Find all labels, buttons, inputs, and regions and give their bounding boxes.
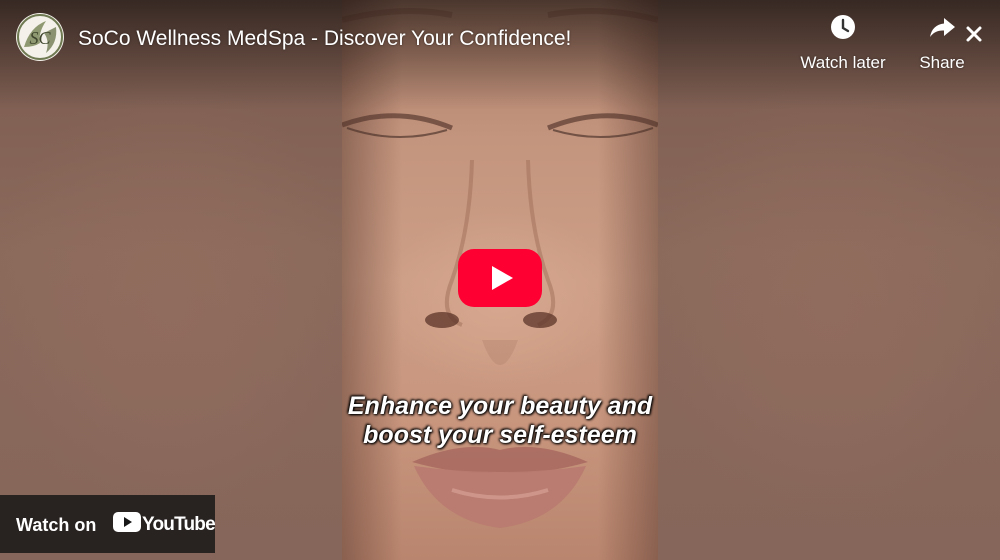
play-button[interactable] xyxy=(458,249,542,307)
channel-logo[interactable]: SC xyxy=(16,13,64,61)
channel-logo-text: SC xyxy=(29,28,51,48)
video-player[interactable]: SC SoCo Wellness MedSpa - Discover Your … xyxy=(0,0,1000,560)
close-icon xyxy=(966,26,982,42)
video-title[interactable]: SoCo Wellness MedSpa - Discover Your Con… xyxy=(78,26,571,52)
clock-icon xyxy=(831,15,855,39)
play-icon xyxy=(458,249,542,307)
watch-later-label: Watch later xyxy=(800,53,886,72)
caption-line-2: boost your self-esteem xyxy=(363,421,637,449)
youtube-logo-icon xyxy=(113,512,141,532)
caption-line-1: Enhance your beauty and xyxy=(347,392,653,420)
watch-on-youtube-button[interactable]: Watch on YouTube xyxy=(0,495,216,553)
share-arrow-icon xyxy=(930,18,955,37)
channel-logo-icon: SC xyxy=(17,14,63,60)
watch-on-label: Watch on xyxy=(16,515,97,535)
watch-later-button[interactable]: Watch later xyxy=(797,12,889,73)
share-label: Share xyxy=(919,53,965,72)
close-button[interactable] xyxy=(962,22,986,46)
youtube-wordmark: YouTube xyxy=(142,514,216,535)
